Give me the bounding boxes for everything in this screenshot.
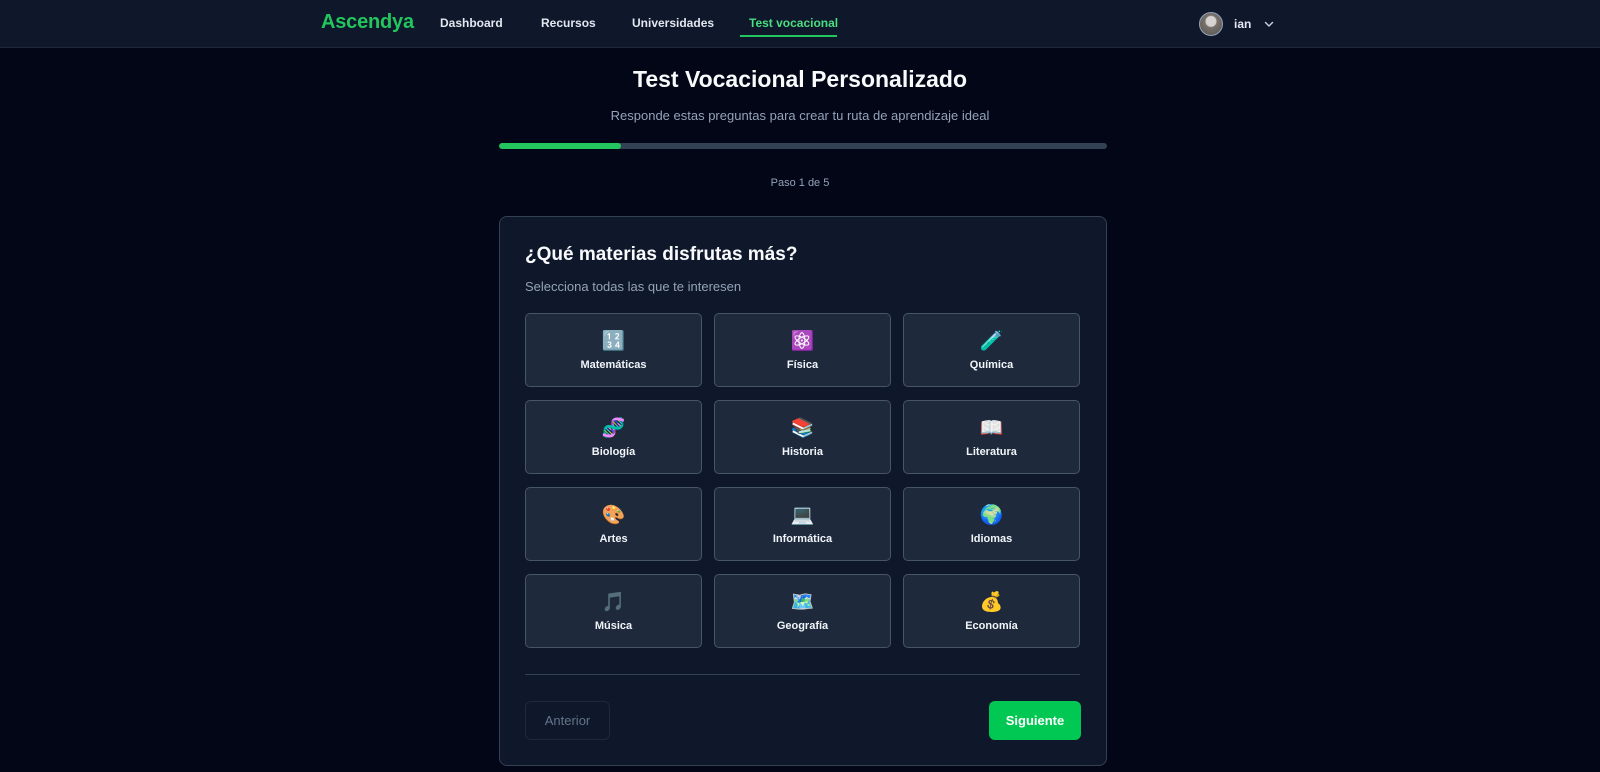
option-9[interactable]: 🎵 Música — [525, 574, 702, 648]
progress-bar-fill — [499, 143, 621, 149]
option-label: Geografía — [776, 620, 829, 632]
next-button[interactable]: Siguiente — [989, 701, 1081, 740]
username: ian — [1234, 17, 1252, 31]
page-title: Test Vocacional Personalizado — [632, 66, 968, 92]
option-1[interactable]: ⚛️ Física — [714, 313, 891, 387]
atom-icon: ⚛️ — [790, 331, 815, 352]
question-card: ¿Qué materias disfrutas más? Selecciona … — [499, 216, 1107, 766]
user-menu[interactable]: ian — [1199, 11, 1275, 37]
option-2[interactable]: 🧪 Química — [903, 313, 1080, 387]
brand-logo[interactable]: Ascendya — [321, 11, 414, 34]
option-label: Idiomas — [970, 533, 1013, 545]
option-3[interactable]: 🧬 Biología — [525, 400, 702, 474]
avatar — [1199, 12, 1223, 36]
option-label: Economía — [965, 620, 1018, 632]
books-icon: 📚 — [790, 418, 815, 439]
palette-icon: 🎨 — [601, 505, 626, 526]
test-tube-icon: 🧪 — [979, 331, 1004, 352]
option-label: Física — [786, 359, 819, 371]
option-8[interactable]: 🌍 Idiomas — [903, 487, 1080, 561]
option-6[interactable]: 🎨 Artes — [525, 487, 702, 561]
option-label: Informática — [772, 533, 833, 545]
laptop-icon: 💻 — [790, 505, 815, 526]
active-nav-indicator — [740, 35, 837, 37]
chevron-down-icon — [1265, 21, 1274, 27]
globe-icon: 🌍 — [979, 505, 1004, 526]
dna-icon: 🧬 — [601, 418, 626, 439]
option-label: Biología — [591, 446, 636, 458]
option-4[interactable]: 📚 Historia — [714, 400, 891, 474]
option-10[interactable]: 🗺️ Geografía — [714, 574, 891, 648]
numbers-icon: 🔢 — [601, 331, 626, 352]
map-icon: 🗺️ — [790, 592, 815, 613]
previous-button[interactable]: Anterior — [525, 701, 610, 740]
option-label: Literatura — [966, 446, 1017, 458]
option-label: Música — [594, 620, 633, 632]
step-indicator: Paso 1 de 5 — [770, 177, 830, 189]
music-note-icon: 🎵 — [601, 592, 626, 613]
option-0[interactable]: 🔢 Matemáticas — [525, 313, 702, 387]
option-label: Química — [969, 359, 1014, 371]
option-label: Artes — [599, 533, 628, 545]
option-7[interactable]: 💻 Informática — [714, 487, 891, 561]
divider — [525, 674, 1080, 675]
nav-link-test-vocacional[interactable]: Test vocacional — [749, 16, 838, 30]
option-label: Historia — [782, 446, 823, 458]
progress-bar — [499, 143, 1107, 149]
open-book-icon: 📖 — [979, 418, 1004, 439]
nav-link-universidades[interactable]: Universidades — [632, 16, 714, 30]
money-bag-icon: 💰 — [979, 592, 1004, 613]
question-subtitle: Selecciona todas las que te interesen — [525, 279, 742, 294]
page-subtitle: Responde estas preguntas para crear tu r… — [610, 108, 990, 123]
options-grid: 🔢 Matemáticas ⚛️ Física 🧪 Química 🧬 Biología 📚 Hi… — [525, 313, 1080, 648]
option-label: Matemáticas — [580, 359, 647, 371]
top-navbar: Ascendya Dashboard Recursos Universidade… — [0, 0, 1600, 48]
option-11[interactable]: 💰 Economía — [903, 574, 1080, 648]
option-5[interactable]: 📖 Literatura — [903, 400, 1080, 474]
nav-link-recursos[interactable]: Recursos — [541, 16, 596, 30]
question-title: ¿Qué materias disfrutas más? — [525, 244, 798, 265]
nav-link-dashboard[interactable]: Dashboard — [440, 16, 503, 30]
